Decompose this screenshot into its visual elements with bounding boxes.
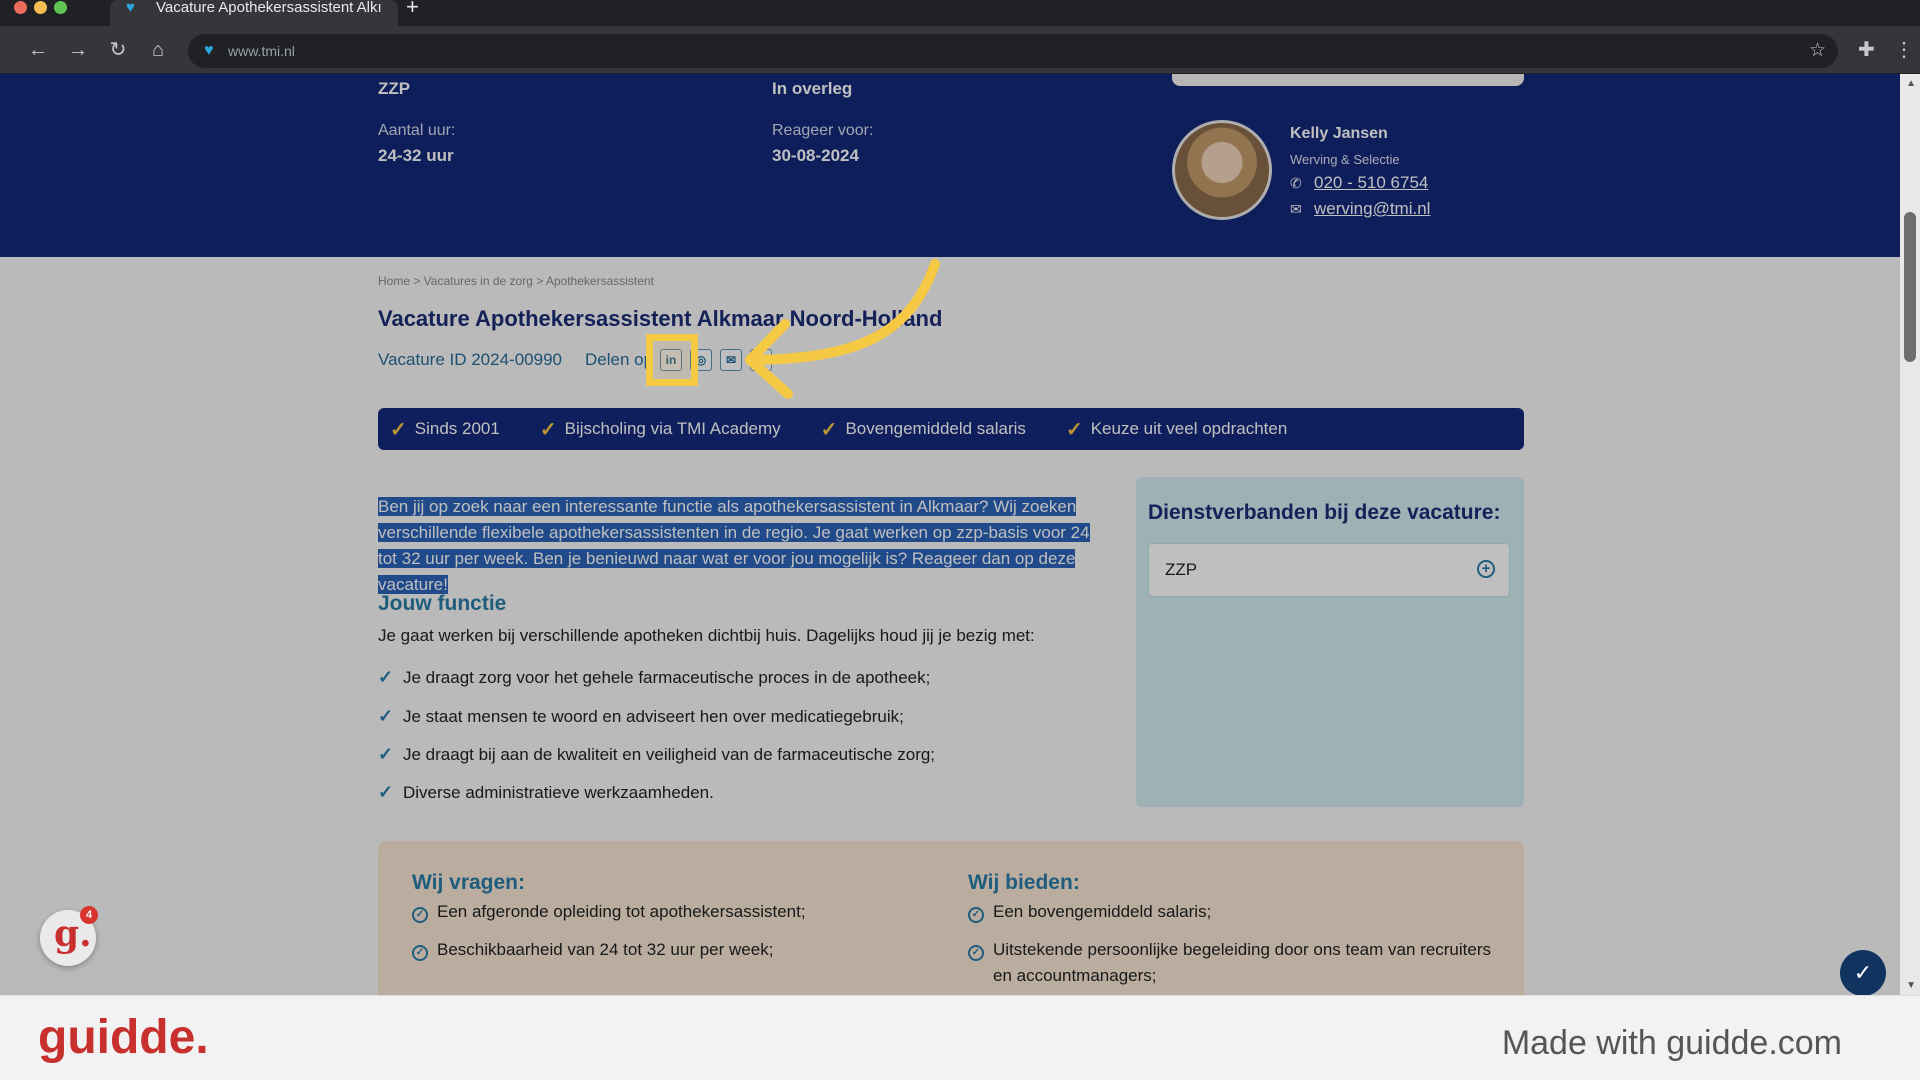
function-intro: Je gaat werken bij verschillende apothek… [378,626,1035,645]
browser-menu-icon[interactable]: ⋮ [1894,38,1914,62]
plus-circle-icon: + [1477,560,1495,578]
new-tab-button[interactable]: + [406,0,419,18]
employment-type-label: ZZP [1165,560,1198,579]
scrollbar-thumb[interactable] [1904,212,1916,362]
highlight-box [646,334,698,386]
phone-number: 020 - 510 6754 [1314,173,1429,192]
made-with-guidde-text: Made with guidde.com [1501,1024,1842,1062]
close-window-button[interactable] [14,1,27,14]
recruiter-avatar [1172,120,1272,220]
tab-title: Vacature Apothekersassistent Alkı [156,0,382,16]
employment-type-zzp-accordion[interactable]: ZZP + [1148,543,1510,597]
share-label: Delen op [585,350,654,369]
email-address: werving@tmi.nl [1314,199,1431,218]
breadcrumb[interactable]: Home > Vacatures in de zorg > Apothekers… [378,274,654,288]
intro-paragraph-selected: Ben jij op zoek naar een interessante fu… [378,497,1090,594]
guidde-logo: guidde. [38,1011,209,1064]
usp-bar: ✓ Sinds 2001 ✓ Bijscholing via TMI Academy… [378,408,1524,450]
header-card-edge [1172,74,1524,86]
heart-favicon-icon: ♥ [204,42,214,59]
address-url: www.tmi.nl [228,43,295,59]
check-circle-icon: ✓ [412,907,428,923]
email-link[interactable]: ✉ werving@tmi.nl [1290,199,1430,219]
bookmark-star-icon[interactable]: ☆ [1809,40,1826,62]
accessibility-check-icon[interactable]: ✓ [1840,950,1886,995]
reload-icon[interactable]: ↻ [106,38,130,62]
maximize-window-button[interactable] [54,1,67,14]
check-icon: ✓ [539,418,557,441]
employment-type-value: ZZP [378,79,411,98]
offer-heading: Wij bieden: [968,871,1080,894]
phone-link[interactable]: ✆ 020 - 510 6754 [1290,173,1428,193]
vacancy-id: Vacature ID 2024-00990 [378,350,562,369]
recruiter-role: Werving & Selectie [1290,152,1400,167]
hours-value: 24-32 uur [378,146,454,165]
list-item: ✓ Diverse administratieve werkzaamheden. [378,782,714,802]
page-title: Vacature Apothekersassistent Alkmaar Noo… [378,306,943,331]
guidde-launcher-button[interactable]: g. 4 [40,906,98,966]
minimize-window-button[interactable] [34,1,47,14]
list-item: Uitstekende persoonlijke begeleiding doo… [993,940,1492,985]
guidde-footer: guidde. Made with guidde.com [0,995,1920,1080]
check-circle-icon: ✓ [412,945,428,961]
list-item: Een bovengemiddeld salaris; [993,902,1212,921]
check-icon: ✓ [378,744,394,764]
address-bar[interactable]: ♥ www.tmi.nl ☆ [188,34,1838,68]
check-icon: ✓ [378,782,394,802]
check-circle-icon: ✓ [968,945,984,961]
forward-arrow-icon[interactable]: → [66,38,90,62]
usp-item: ✓ Bovengemiddeld salaris [820,418,1026,441]
list-item: ✓ Je draagt zorg voor het gehele farmaceu… [378,667,931,687]
scroll-down-arrow-icon[interactable]: ▼ [1906,980,1916,991]
back-arrow-icon[interactable]: ← [26,38,50,62]
job-summary-header: ZZP In overleg Aantal uur: 24-32 uur Rea… [0,74,1900,257]
home-icon[interactable]: ⌂ [146,38,170,62]
browser-tab-bar: ♥ Vacature Apothekersassistent Alkı + [0,0,1920,26]
respond-before-label: Reageer voor: [772,122,874,139]
recruiter-name: Kelly Jansen [1290,125,1388,142]
function-heading: Jouw functie [378,592,507,615]
employment-types-panel: Dienstverbanden bij deze vacature: ZZP + [1136,477,1524,807]
envelope-icon: ✉ [1290,201,1302,217]
notification-count-badge: 4 [80,906,98,924]
employment-types-title: Dienstverbanden bij deze vacature: [1148,501,1501,524]
phone-icon: ✆ [1290,175,1302,191]
vertical-scrollbar[interactable]: ▲ ▼ [1900,74,1920,995]
check-icon: ✓ [378,706,394,726]
usp-item: ✓ Bijscholing via TMI Academy [539,418,781,441]
requirements-panel: Wij vragen: ✓ Een afgeronde opleiding to… [378,841,1524,995]
check-icon: ✓ [820,418,838,441]
usp-item: ✓ Keuze uit veel opdrachten [1065,418,1288,441]
heart-favicon-icon: ♥ [126,0,135,16]
check-circle-icon: ✓ [968,907,984,923]
list-item: Een afgeronde opleiding tot apothekersas… [437,902,806,921]
copy-link-share-button[interactable] [750,349,772,371]
check-icon: ✓ [1065,418,1083,441]
check-icon: ✓ [390,418,407,441]
list-item: ✓ Je draagt bij aan de kwaliteit en veili… [378,744,936,764]
ask-heading: Wij vragen: [412,871,525,894]
scroll-up-arrow-icon[interactable]: ▲ [1906,78,1916,89]
list-item: ✓ Je staat mensen te woord en adviseert h… [378,706,904,726]
salary-value: In overleg [772,79,853,98]
usp-item: ✓ Sinds 2001 [390,418,500,441]
email-share-button[interactable]: ✉ [720,349,742,371]
page-viewport: ZZP In overleg Aantal uur: 24-32 uur Rea… [0,74,1920,995]
check-icon: ✓ [378,667,394,687]
browser-tab[interactable]: ♥ Vacature Apothekersassistent Alkı [110,0,398,26]
extensions-puzzle-icon[interactable]: ✚ [1858,38,1875,62]
browser-toolbar: ← → ↻ ⌂ ♥ www.tmi.nl ☆ ✚ ⋮ [0,26,1920,74]
list-item: Beschikbaarheid van 24 tot 32 uur per we… [437,940,774,959]
respond-before-value: 30-08-2024 [772,146,859,165]
hours-label: Aantal uur: [378,122,456,139]
